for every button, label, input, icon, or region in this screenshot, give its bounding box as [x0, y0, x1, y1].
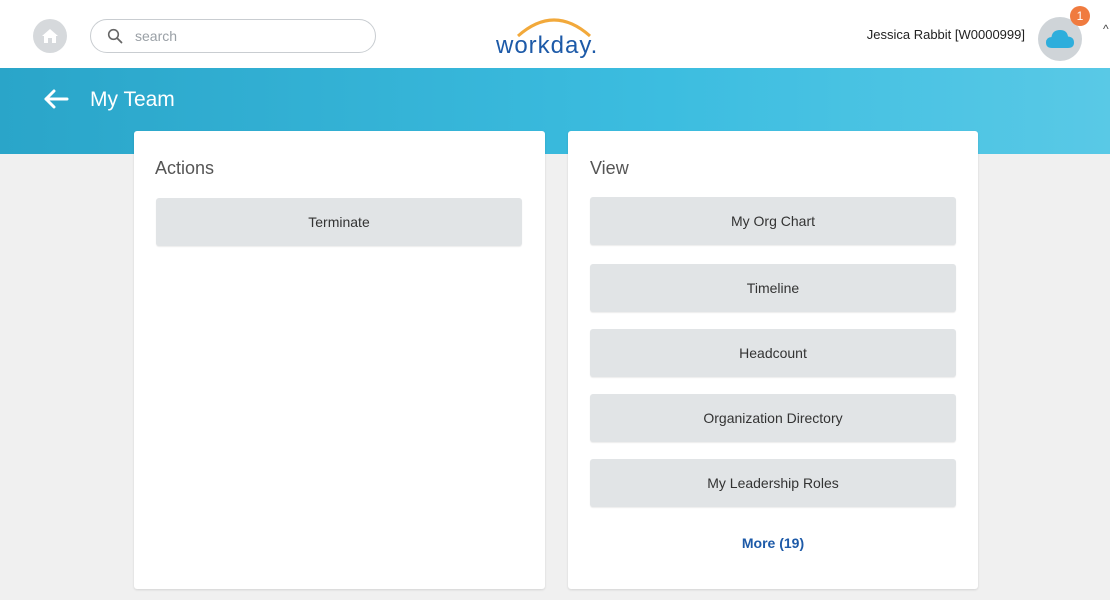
user-name-label[interactable]: Jessica Rabbit [W0000999]: [867, 27, 1025, 42]
caret-icon[interactable]: ^: [1103, 22, 1109, 36]
top-header: workday. Jessica Rabbit [W0000999] 1 ^: [0, 0, 1110, 68]
home-button[interactable]: [33, 19, 67, 53]
back-button[interactable]: [40, 85, 72, 113]
my-leadership-roles-button[interactable]: My Leadership Roles: [590, 459, 956, 507]
more-link[interactable]: More (19): [568, 535, 978, 551]
headcount-button[interactable]: Headcount: [590, 329, 956, 377]
search-icon: [107, 26, 127, 46]
actions-panel-title: Actions: [155, 158, 215, 178]
organization-directory-button[interactable]: Organization Directory: [590, 394, 956, 442]
notification-badge[interactable]: 1: [1070, 6, 1090, 26]
view-panel-title: View: [590, 158, 629, 178]
my-org-chart-button[interactable]: My Org Chart: [590, 197, 956, 245]
terminate-button[interactable]: Terminate: [156, 198, 522, 246]
cloud-icon: [1046, 30, 1074, 48]
view-panel: View My Org Chart Timeline Headcount Org…: [568, 131, 978, 589]
search-field[interactable]: [90, 19, 376, 53]
timeline-button[interactable]: Timeline: [590, 264, 956, 312]
home-icon: [42, 29, 58, 43]
workday-logo[interactable]: workday.: [496, 12, 626, 62]
actions-panel: Actions Terminate: [134, 131, 545, 589]
arrow-left-icon: [44, 89, 69, 109]
search-input[interactable]: [135, 28, 355, 44]
logo-text: workday.: [496, 32, 599, 59]
page-title: My Team: [90, 88, 175, 111]
